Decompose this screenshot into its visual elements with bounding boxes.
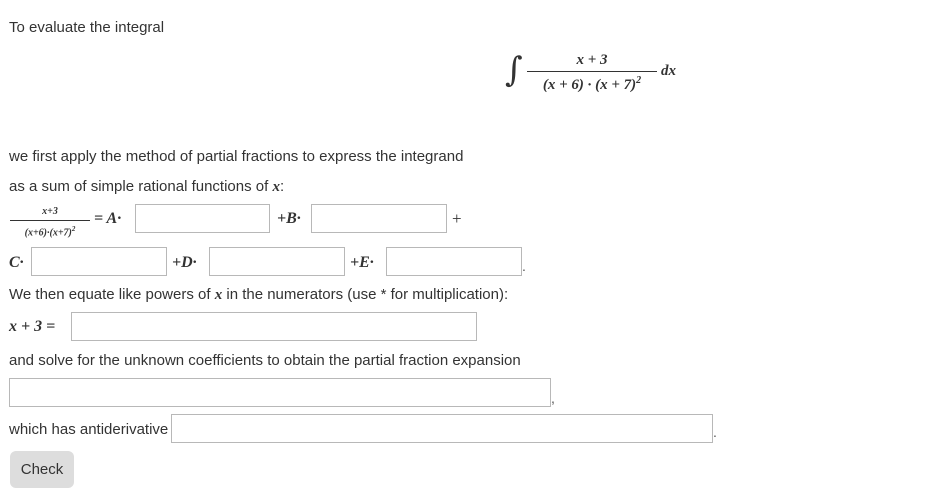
numerator-expression-input[interactable] xyxy=(71,312,477,341)
integral-differential: dx xyxy=(661,63,676,79)
integral-numerator: x + 3 xyxy=(576,52,608,68)
integral-expression: ∫ x + 3 (x + 6) · (x + 7)2 dx xyxy=(505,48,705,108)
antiderivative-period: . xyxy=(713,424,717,440)
plus-B-label: +B· xyxy=(277,210,301,227)
integrand-denominator: (x+6)·(x+7) xyxy=(24,227,72,239)
integral-fraction: x + 3 (x + 6) · (x + 7)2 xyxy=(527,52,657,94)
method-line-1: we first apply the method of partial fra… xyxy=(9,148,464,165)
numerator-label: x + 3 = xyxy=(9,318,56,335)
coefficient-E-input[interactable] xyxy=(386,247,522,276)
integral-sign: ∫ xyxy=(505,50,523,90)
antiderivative-label: which has antiderivative xyxy=(9,421,169,438)
method-line-2: as a sum of simple rational functions of… xyxy=(9,178,285,195)
integral-denominator: (x + 6) · (x + 7) xyxy=(542,77,637,93)
plus-D-label: +D· xyxy=(172,254,197,271)
integral-exponent: 2 xyxy=(636,75,642,86)
expansion-comma: , xyxy=(551,390,555,406)
equate-instruction: We then equate like powers of x in the n… xyxy=(9,286,509,303)
integrand-fraction: x+3 (x+6)·(x+7)2 xyxy=(10,206,90,239)
plus-E-label: +E· xyxy=(350,254,374,271)
integrand-numerator: x+3 xyxy=(42,206,58,217)
solve-instruction: and solve for the unknown coefficients t… xyxy=(9,352,521,369)
row2-period: . xyxy=(522,258,526,274)
plus-sign: + xyxy=(452,209,462,228)
C-label: C· xyxy=(9,254,24,271)
coefficient-C-input[interactable] xyxy=(31,247,167,276)
equals-A-label: = A· xyxy=(94,210,122,227)
coefficient-D-input[interactable] xyxy=(209,247,345,276)
antiderivative-input[interactable] xyxy=(171,414,713,443)
partial-fraction-expansion-input[interactable] xyxy=(9,378,551,407)
check-button[interactable]: Check xyxy=(10,451,74,488)
coefficient-B-input[interactable] xyxy=(311,204,447,233)
intro-text: To evaluate the integral xyxy=(9,19,165,36)
coefficient-A-input[interactable] xyxy=(135,204,270,233)
